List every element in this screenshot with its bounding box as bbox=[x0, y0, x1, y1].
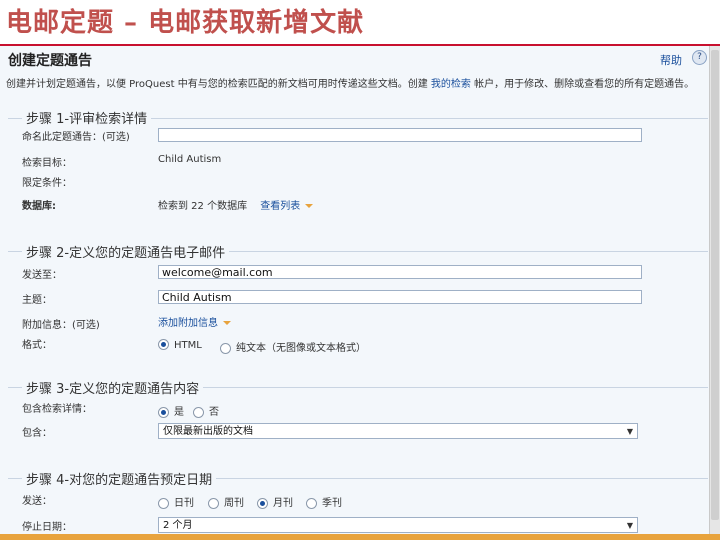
yes-label: 是 bbox=[174, 407, 184, 418]
dropdown-arrow-icon[interactable] bbox=[305, 204, 314, 208]
quarterly-label: 季刊 bbox=[322, 498, 342, 509]
help-icon[interactable]: ? bbox=[692, 50, 707, 65]
send-weekly-option[interactable]: 周刊 bbox=[208, 494, 244, 509]
intro-text: 创建并计划定题通告，以便 ProQuest 中有与您的检索匹配的新文档可用时传递… bbox=[6, 79, 706, 91]
search-target-value: Child Autism bbox=[158, 154, 222, 165]
step2-legend: 步骤 2-定义您的定题通告电子邮件 bbox=[22, 242, 230, 261]
include-details-yes[interactable]: 是 bbox=[158, 403, 184, 418]
subject-input[interactable]: Child Autism bbox=[158, 290, 642, 304]
limits-label: 限定条件： bbox=[22, 178, 72, 189]
database-info: 检索到 22 个数据库 查看列表 bbox=[158, 197, 314, 212]
vertical-scrollbar[interactable] bbox=[709, 46, 720, 536]
add-extra-info-link[interactable]: 添加附加信息 bbox=[158, 318, 218, 329]
format-text-label: 纯文本（无图像或文本格式） bbox=[236, 343, 366, 354]
radio-yes[interactable] bbox=[158, 406, 169, 418]
extra-info-control: 添加附加信息 bbox=[158, 314, 231, 329]
database-label: 数据库: bbox=[22, 201, 56, 212]
subject-label: 主题： bbox=[22, 295, 52, 306]
stop-date-label: 停止日期： bbox=[22, 522, 72, 533]
format-label: 格式： bbox=[22, 340, 52, 351]
include-label: 包含： bbox=[22, 428, 52, 439]
extra-info-label: 附加信息：(可选) bbox=[22, 320, 100, 331]
alert-name-label: 命名此定题通告：(可选) bbox=[22, 132, 130, 143]
include-details-no[interactable]: 否 bbox=[193, 403, 219, 418]
daily-label: 日刊 bbox=[174, 498, 194, 509]
radio-html[interactable] bbox=[158, 339, 169, 350]
send-to-input[interactable]: welcome@mail.com bbox=[158, 265, 642, 279]
radio-daily[interactable] bbox=[158, 497, 169, 509]
format-text-option[interactable]: 纯文本（无图像或文本格式） bbox=[220, 339, 366, 354]
step4-legend: 步骤 4-对您的定题通告预定日期 bbox=[22, 469, 217, 488]
database-count: 检索到 22 个数据库 bbox=[158, 201, 248, 212]
search-target-label: 检索目标： bbox=[22, 158, 72, 169]
include-select-value: 仅限最新出版的文档 bbox=[163, 426, 253, 437]
radio-no[interactable] bbox=[193, 406, 204, 418]
help-link[interactable]: 帮助 bbox=[660, 52, 682, 68]
dropdown-arrow-icon[interactable] bbox=[223, 321, 231, 325]
send-to-label: 发送至： bbox=[22, 270, 62, 281]
send-frequency-label: 发送： bbox=[22, 496, 52, 507]
bottom-accent-bar bbox=[0, 534, 720, 540]
chevron-down-icon[interactable]: ▼ bbox=[627, 424, 633, 439]
include-select[interactable]: 仅限最新出版的文档 ▼ bbox=[158, 423, 638, 439]
radio-weekly[interactable] bbox=[208, 497, 219, 509]
my-research-link[interactable]: 我的检索 bbox=[431, 79, 471, 90]
weekly-label: 周刊 bbox=[224, 498, 244, 509]
include-details-label: 包含检索详情： bbox=[22, 404, 92, 415]
radio-monthly[interactable] bbox=[257, 497, 268, 509]
stop-date-value: 2 个月 bbox=[163, 520, 193, 531]
send-quarterly-option[interactable]: 季刊 bbox=[306, 494, 342, 509]
monthly-label: 月刊 bbox=[273, 498, 293, 509]
intro-part1: 创建并计划定题通告，以便 ProQuest 中有与您的检索匹配的新文档可用时传递… bbox=[6, 79, 428, 90]
scroll-thumb[interactable] bbox=[711, 50, 719, 520]
radio-quarterly[interactable] bbox=[306, 497, 317, 509]
no-label: 否 bbox=[209, 407, 219, 418]
radio-text[interactable] bbox=[220, 342, 231, 354]
send-monthly-option[interactable]: 月刊 bbox=[257, 494, 293, 509]
format-html-option[interactable]: HTML bbox=[158, 339, 202, 351]
chevron-down-icon[interactable]: ▼ bbox=[627, 518, 633, 533]
send-daily-option[interactable]: 日刊 bbox=[158, 494, 194, 509]
format-html-label: HTML bbox=[174, 339, 202, 351]
view-list-link[interactable]: 查看列表 bbox=[260, 201, 300, 212]
intro-part2: 帐户，用于修改、删除或查看您的所有定题通告。 bbox=[474, 79, 695, 90]
step3-legend: 步骤 3-定义您的定题通告内容 bbox=[22, 378, 204, 397]
stop-date-select[interactable]: 2 个月 ▼ bbox=[158, 517, 638, 533]
step1-legend: 步骤 1-评审检索详情 bbox=[22, 108, 152, 127]
slide-title: 电邮定题 – 电邮获取新增文献 bbox=[6, 8, 365, 38]
page-title: 创建定题通告 bbox=[8, 53, 92, 69]
proquest-alert-form: 创建定题通告 帮助 ? 创建并计划定题通告，以便 ProQuest 中有与您的检… bbox=[0, 44, 720, 536]
alert-name-input[interactable] bbox=[158, 128, 642, 142]
